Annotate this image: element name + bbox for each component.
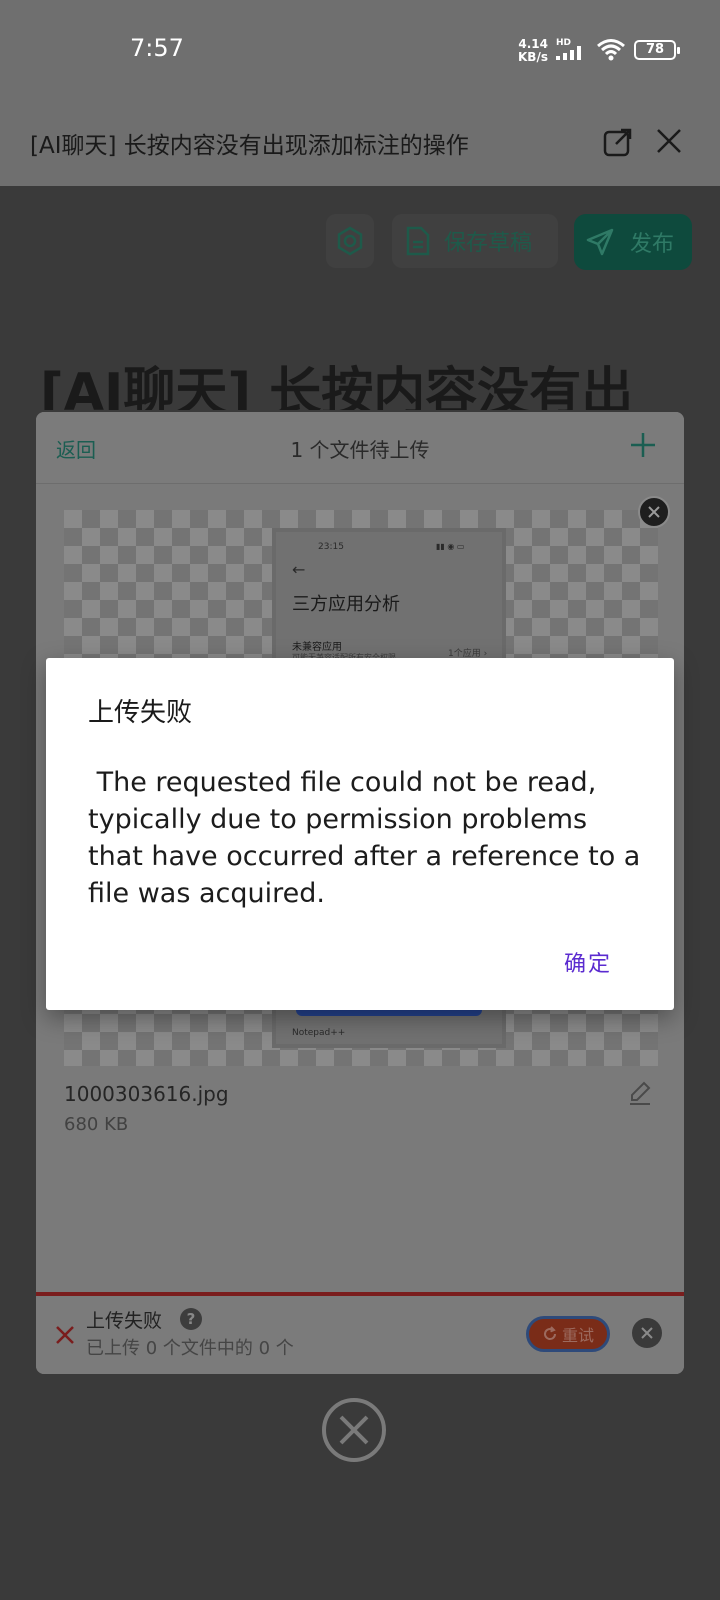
close-icon (641, 1327, 653, 1339)
editor-heading: [AI聊天] 长按内容没有出 (40, 363, 634, 410)
editor-toolbar: 保存草稿 发布 (0, 214, 720, 270)
ok-button[interactable]: 确定 (564, 946, 612, 978)
document-icon (406, 226, 430, 256)
file-name: 1000303616.jpg (64, 1082, 229, 1106)
settings-button[interactable] (326, 214, 374, 268)
upload-status-bar: 上传失败 ? 已上传 0 个文件中的 0 个 重试 (36, 1292, 684, 1374)
thumbnail-status-icons: ▮▮ ◉ ▭ (436, 542, 465, 551)
signal-icon (556, 46, 581, 60)
upload-header: 1 个文件待上传 返回 (36, 412, 684, 484)
publish-label: 发布 (630, 232, 675, 257)
file-size: 680 KB (64, 1114, 129, 1135)
dialog-title: 上传失败 (88, 698, 193, 728)
open-external-icon[interactable] (602, 126, 634, 158)
wifi-icon (597, 39, 625, 61)
plus-icon[interactable] (628, 430, 658, 460)
top-bar: [AI聊天] 长按内容没有出现添加标注的操作 (0, 100, 720, 186)
help-icon[interactable]: ? (180, 1308, 202, 1330)
close-icon[interactable] (654, 126, 684, 156)
close-circle-button[interactable] (322, 1398, 386, 1462)
thumbnail-bottom-text: Notepad++ (292, 1028, 346, 1038)
refresh-icon (543, 1326, 556, 1340)
upload-status-title: 上传失败 (86, 1310, 163, 1332)
page-title: [AI聊天] 长按内容没有出现添加标注的操作 (30, 133, 469, 159)
save-draft-label: 保存草稿 (444, 231, 533, 256)
upload-status-subtitle: 已上传 0 个文件中的 0 个 (86, 1338, 294, 1359)
error-dialog: 上传失败 The requested file could not be rea… (46, 658, 674, 1010)
status-time: 7:57 (130, 34, 184, 62)
thumbnail-time: 23:15 (318, 542, 344, 552)
thumbnail-row-label: 未兼容应用 (292, 642, 342, 653)
upload-title: 1 个文件待上传 (290, 438, 430, 462)
close-icon (339, 1415, 369, 1445)
battery-level: 78 (645, 42, 665, 57)
thumbnail-title: 三方应用分析 (292, 594, 400, 615)
remove-file-button[interactable] (638, 496, 670, 528)
send-icon (586, 228, 614, 256)
gear-icon (337, 226, 363, 256)
retry-button[interactable]: 重试 (526, 1316, 610, 1352)
network-speed: 4.14 KB/s (518, 37, 548, 64)
thumbnail-back-arrow: ← (292, 560, 306, 579)
error-x-icon (56, 1326, 74, 1344)
dialog-message: The requested file could not be read, ty… (88, 767, 649, 909)
save-draft-button[interactable]: 保存草稿 (392, 214, 558, 268)
status-bar: 7:57 4.14 KB/s HD 78 (0, 0, 720, 100)
publish-button[interactable]: 发布 (574, 214, 692, 270)
dismiss-status-button[interactable] (632, 1318, 662, 1348)
retry-label: 重试 (561, 1326, 594, 1345)
back-button[interactable]: 返回 (56, 434, 96, 463)
battery-icon: 78 (634, 40, 680, 60)
close-icon (648, 506, 660, 518)
edit-pencil-icon[interactable] (628, 1080, 652, 1106)
